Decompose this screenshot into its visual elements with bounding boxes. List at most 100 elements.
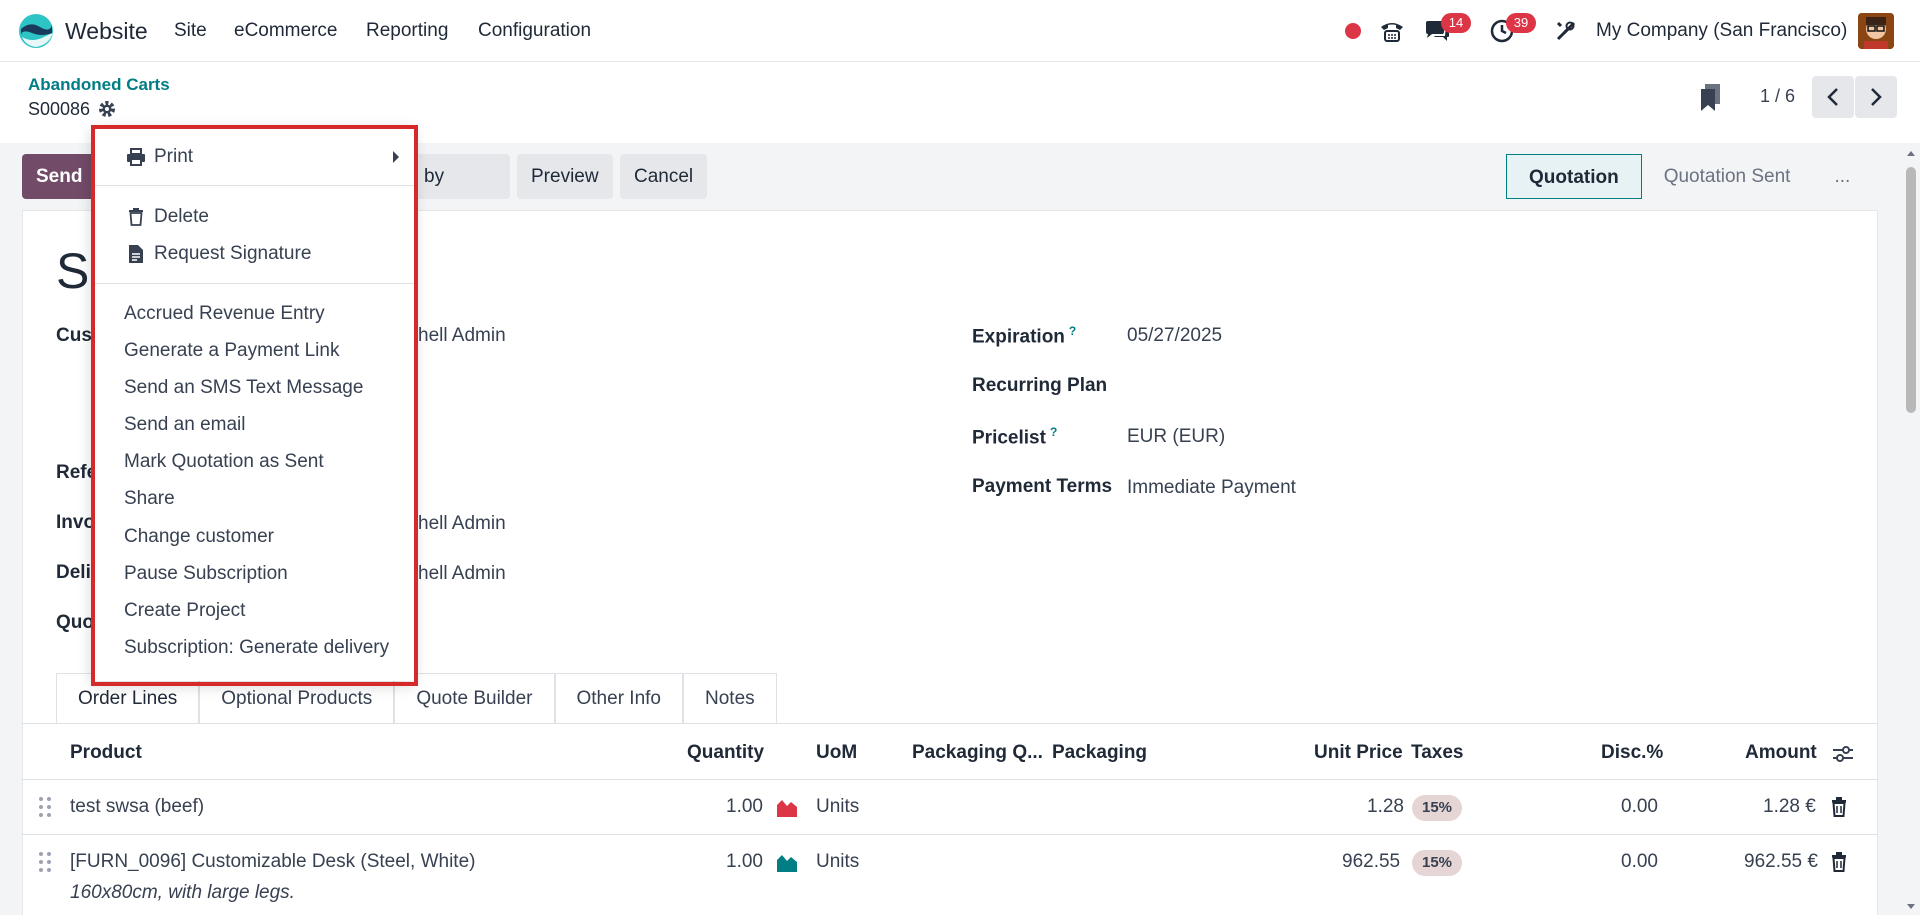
recurring-plan-label: Recurring Plan <box>972 375 1108 396</box>
chevron-left-icon <box>1827 88 1838 106</box>
pager-value[interactable]: 1 / 6 <box>1760 86 1795 107</box>
help-tooltip-icon[interactable]: ? <box>1069 324 1076 338</box>
status-quotation[interactable]: Quotation <box>1506 154 1642 199</box>
send-by-email-button[interactable]: by Email <box>410 154 510 232</box>
table-row[interactable]: test swsa (beef) 1.00 Units 1.28 15% 0.0… <box>22 780 1878 835</box>
tab-notes[interactable]: Notes <box>683 673 777 723</box>
col-packaging-qty[interactable]: Packaging Q... <box>912 742 1043 764</box>
chevron-right-icon <box>1871 88 1882 106</box>
recording-indicator-icon[interactable] <box>1338 16 1368 46</box>
row-amount: 1.28 € <box>1763 796 1816 817</box>
menu-site[interactable]: Site <box>174 20 207 42</box>
row-unit-price[interactable]: 1.28 <box>1367 796 1404 818</box>
actions-dropdown-menu: Print Delete Request Signature Accrued R… <box>92 126 414 681</box>
drag-handle-icon[interactable] <box>38 851 52 873</box>
chat-badge: 14 <box>1441 13 1471 33</box>
status-quotation-sent[interactable]: Quotation Sent <box>1641 154 1813 199</box>
bookmark-icon[interactable] <box>1700 84 1722 112</box>
menu-generate-payment-link[interactable]: Generate a Payment Link <box>124 340 339 362</box>
menu-send-email[interactable]: Send an email <box>124 414 245 436</box>
caret-right-icon <box>393 151 399 163</box>
row-amount: 962.55 € <box>1744 851 1818 872</box>
menu-ecommerce[interactable]: eCommerce <box>234 20 337 42</box>
menu-accrued-revenue-entry[interactable]: Accrued Revenue Entry <box>124 303 325 325</box>
menu-divider <box>92 185 414 186</box>
website-app-logo-icon[interactable] <box>18 13 54 49</box>
help-tooltip-icon[interactable]: ? <box>1050 425 1057 439</box>
row-product[interactable]: [FURN_0096] Customizable Desk (Steel, Wh… <box>70 851 475 873</box>
forecast-chart-icon[interactable] <box>776 797 798 817</box>
tax-badge[interactable]: 15% <box>1412 850 1463 876</box>
tab-other-info[interactable]: Other Info <box>554 673 683 723</box>
preview-button[interactable]: Preview <box>517 154 613 199</box>
pricelist-value[interactable]: EUR (EUR) <box>1127 426 1225 448</box>
cancel-button[interactable]: Cancel <box>620 154 708 199</box>
user-avatar[interactable] <box>1858 13 1894 49</box>
phone-icon[interactable] <box>1377 16 1407 46</box>
trash-icon[interactable] <box>1831 852 1847 872</box>
debug-tools-icon[interactable] <box>1551 16 1581 46</box>
trash-icon[interactable] <box>1831 797 1847 817</box>
invoice-address-value[interactable]: hell Admin <box>418 513 506 535</box>
pager-next-button[interactable] <box>1855 76 1897 118</box>
row-description[interactable]: 160x80cm, with large legs. <box>70 882 295 904</box>
col-packaging[interactable]: Packaging <box>1052 742 1147 764</box>
gear-icon[interactable] <box>98 100 116 118</box>
row-uom[interactable]: Units <box>816 796 859 818</box>
col-quantity[interactable]: Quantity <box>687 742 764 764</box>
menu-delete[interactable]: Delete <box>154 206 209 228</box>
menu-request-signature[interactable]: Request Signature <box>154 243 311 265</box>
col-amount[interactable]: Amount <box>1745 742 1817 764</box>
send-button[interactable]: Send a <box>22 154 102 232</box>
menu-print[interactable]: Print <box>154 146 193 168</box>
tab-quote-builder[interactable]: Quote Builder <box>394 673 555 723</box>
forecast-chart-icon[interactable] <box>776 852 798 872</box>
page-scrollbar[interactable] <box>1904 145 1918 915</box>
app-name[interactable]: Website <box>65 18 148 45</box>
col-product[interactable]: Product <box>70 742 142 764</box>
menu-mark-quotation-sent[interactable]: Mark Quotation as Sent <box>124 451 324 473</box>
status-more[interactable]: ... <box>1812 154 1873 199</box>
menu-subscription-generate-delivery[interactable]: Subscription: Generate delivery <box>124 637 389 659</box>
menu-change-customer[interactable]: Change customer <box>124 526 274 548</box>
drag-handle-icon[interactable] <box>38 796 52 818</box>
menu-create-project[interactable]: Create Project <box>124 600 245 622</box>
row-uom[interactable]: Units <box>816 851 859 873</box>
menu-pause-subscription[interactable]: Pause Subscription <box>124 563 288 585</box>
row-product[interactable]: test swsa (beef) <box>70 796 204 818</box>
payment-terms-label: Payment Terms <box>972 476 1113 497</box>
col-unit-price[interactable]: Unit Price <box>1314 742 1403 764</box>
row-discount[interactable]: 0.00 <box>1621 796 1658 818</box>
col-taxes[interactable]: Taxes <box>1411 742 1463 764</box>
scroll-thumb[interactable] <box>1906 167 1916 413</box>
row-quantity[interactable]: 1.00 <box>726 851 763 873</box>
col-uom[interactable]: UoM <box>816 742 857 764</box>
printer-icon <box>127 148 145 166</box>
order-lines-header: Product Quantity UoM Packaging Q... Pack… <box>22 724 1878 780</box>
breadcrumb-current-record: S00086 <box>28 99 91 119</box>
scroll-down-arrow-icon[interactable] <box>1906 903 1916 911</box>
col-discount[interactable]: Disc.% <box>1601 742 1663 764</box>
payment-terms-value[interactable]: Immediate Payment <box>1127 477 1296 499</box>
breadcrumb-abandoned-carts[interactable]: Abandoned Carts <box>28 75 170 95</box>
document-icon <box>129 245 143 263</box>
row-quantity[interactable]: 1.00 <box>726 796 763 818</box>
menu-reporting[interactable]: Reporting <box>366 20 448 42</box>
invoice-address-label: Invo <box>56 512 96 533</box>
menu-share[interactable]: Share <box>124 488 175 510</box>
pager-previous-button[interactable] <box>1812 76 1854 118</box>
activity-badge: 39 <box>1506 13 1536 33</box>
scroll-up-arrow-icon[interactable] <box>1906 149 1916 157</box>
table-row[interactable]: [FURN_0096] Customizable Desk (Steel, Wh… <box>22 835 1878 915</box>
menu-send-sms[interactable]: Send an SMS Text Message <box>124 377 363 399</box>
tax-badge[interactable]: 15% <box>1412 795 1463 821</box>
expiration-value[interactable]: 05/27/2025 <box>1127 325 1222 347</box>
menu-configuration[interactable]: Configuration <box>478 20 591 42</box>
column-settings-icon[interactable] <box>1832 744 1854 764</box>
pricelist-label: Pricelist? <box>972 425 1058 449</box>
row-unit-price[interactable]: 962.55 <box>1342 851 1400 873</box>
customer-value[interactable]: hell Admin <box>418 325 506 347</box>
company-switcher[interactable]: My Company (San Francisco) <box>1596 20 1847 42</box>
delivery-address-value[interactable]: hell Admin <box>418 563 506 585</box>
row-discount[interactable]: 0.00 <box>1621 851 1658 873</box>
